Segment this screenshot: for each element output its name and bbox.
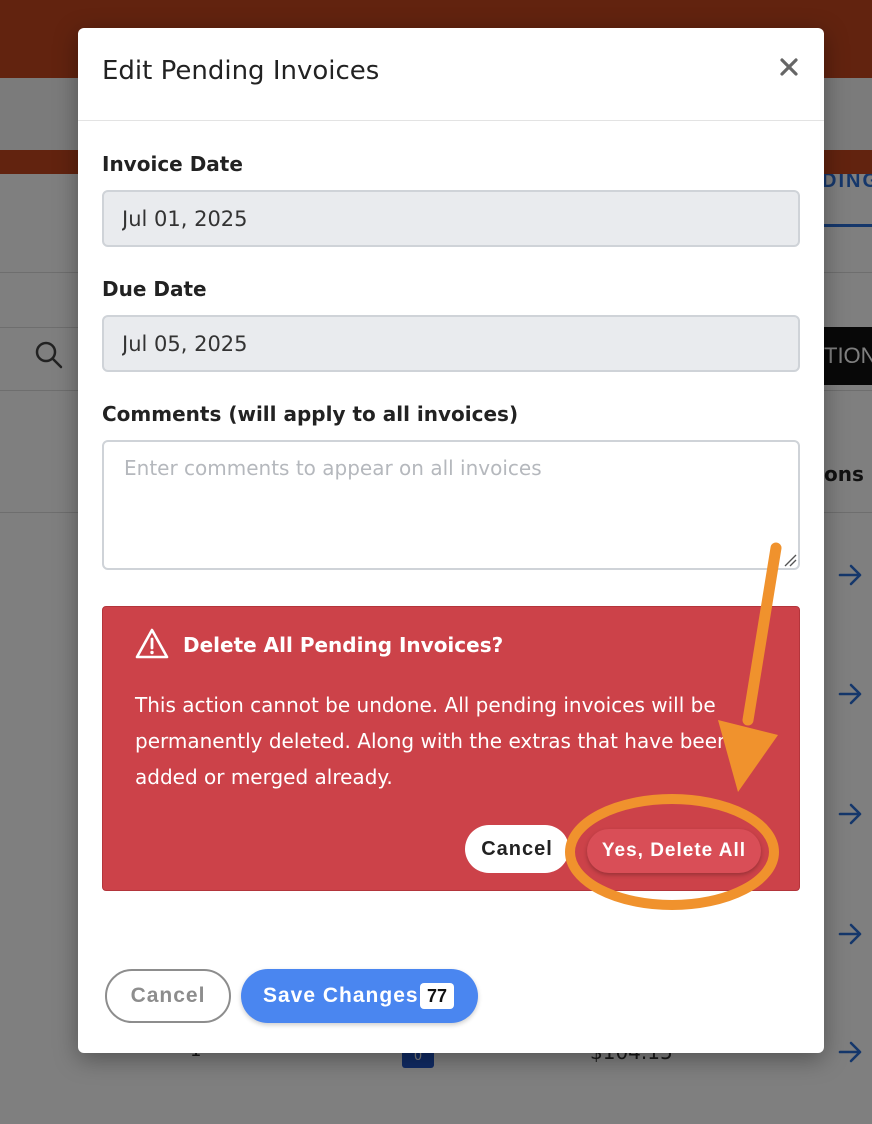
due-date-label: Due Date (102, 277, 207, 301)
yes-delete-all-button[interactable]: Yes, Delete All (587, 829, 761, 873)
modal-header: Edit Pending Invoices (78, 28, 824, 121)
invoice-date-label: Invoice Date (102, 152, 243, 176)
due-date-field[interactable] (102, 315, 800, 372)
save-count-badge: 77 (420, 983, 454, 1009)
edit-pending-invoices-modal: Edit Pending Invoices Invoice Date Due D… (78, 28, 824, 1053)
alert-message: This action cannot be undone. All pendin… (135, 693, 730, 789)
comments-label: Comments (will apply to all invoices) (102, 402, 519, 426)
modal-title: Edit Pending Invoices (102, 56, 380, 86)
alert-cancel-button[interactable]: Cancel (465, 825, 569, 873)
close-icon[interactable] (776, 54, 802, 80)
delete-confirmation-alert: Delete All Pending Invoices? This action… (102, 606, 800, 891)
comments-textarea[interactable] (102, 440, 800, 570)
warning-icon (135, 628, 169, 659)
invoice-date-field[interactable] (102, 190, 800, 247)
alert-title: Delete All Pending Invoices? (183, 633, 504, 657)
resize-handle-icon[interactable] (783, 553, 797, 567)
cancel-button[interactable]: Cancel (105, 969, 231, 1023)
